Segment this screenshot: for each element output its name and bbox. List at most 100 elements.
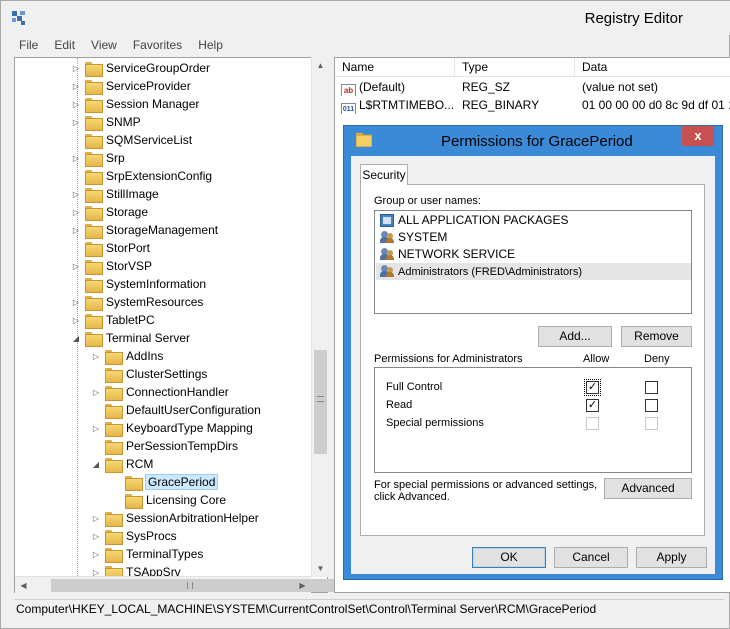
expand-arrow-icon[interactable]: ▷ <box>91 388 101 397</box>
scroll-thumb[interactable] <box>314 350 327 454</box>
expand-arrow-icon[interactable]: ▷ <box>71 208 81 217</box>
tree-item[interactable]: ▷ ConnectionHandler <box>91 383 229 401</box>
tree-vertical-scrollbar[interactable]: ▲ ▼ <box>311 57 328 577</box>
cancel-button[interactable]: Cancel <box>554 547 628 568</box>
list-item[interactable]: NETWORK SERVICE <box>376 246 691 263</box>
folder-icon <box>356 133 372 147</box>
tree-item-label: AddIns <box>126 349 164 363</box>
close-icon[interactable]: x <box>682 126 714 146</box>
tree-item[interactable]: ▷ SNMP <box>71 113 141 131</box>
folder-icon <box>105 439 123 455</box>
column-header-name[interactable]: Name <box>335 58 455 77</box>
tree-item[interactable]: GracePeriod <box>111 473 219 491</box>
ok-button[interactable]: OK <box>472 547 546 568</box>
tree-item[interactable]: ▷ ServiceGroupOrder <box>71 59 210 77</box>
column-header-data[interactable]: Data <box>575 58 730 77</box>
expand-arrow-icon[interactable]: ▷ <box>91 550 101 559</box>
deny-full-control-checkbox[interactable] <box>645 381 658 394</box>
deny-read-checkbox[interactable] <box>645 399 658 412</box>
scroll-left-arrow-icon[interactable]: ◀ <box>15 577 32 594</box>
tree-item[interactable]: ◢ Terminal Server <box>71 329 190 347</box>
registry-tree[interactable]: ▷ ServiceGroupOrder ▷ ServiceProvider ▷ Sessi… <box>14 57 328 593</box>
tree-item[interactable]: ▷ StillImage <box>71 185 159 203</box>
tree-item-label: GracePeriod <box>144 474 219 490</box>
menu-help[interactable]: Help <box>190 36 231 54</box>
dialog-title-bar[interactable]: Permissions for GracePeriod x <box>344 126 722 156</box>
expand-arrow-icon[interactable]: ▷ <box>71 298 81 307</box>
expand-arrow-icon[interactable]: ◢ <box>91 460 101 469</box>
menu-file[interactable]: File <box>11 36 46 54</box>
tree-item[interactable]: ▷ StorVSP <box>71 257 152 275</box>
menu-edit[interactable]: Edit <box>46 36 83 54</box>
allow-full-control-checkbox[interactable]: ✓ <box>584 379 601 396</box>
expand-arrow-icon[interactable]: ▷ <box>91 352 101 361</box>
tree-item[interactable]: ▷ TabletPC <box>71 311 155 329</box>
allow-read-checkbox[interactable]: ✓ <box>586 399 599 412</box>
scroll-right-arrow-icon[interactable]: ▶ <box>294 577 311 594</box>
folder-icon <box>85 133 103 149</box>
expand-arrow-icon[interactable]: ▷ <box>71 82 81 91</box>
column-header-type[interactable]: Type <box>455 58 575 77</box>
tree-item[interactable]: ▷ SysProcs <box>91 527 177 545</box>
menu-view[interactable]: View <box>83 36 125 54</box>
value-row[interactable]: ab (Default) REG_SZ (value not set) <box>335 78 730 96</box>
package-icon <box>380 214 394 227</box>
scroll-up-arrow-icon[interactable]: ▲ <box>312 57 329 74</box>
advanced-button[interactable]: Advanced <box>604 478 692 499</box>
tree-item-label: SystemInformation <box>106 277 207 291</box>
tree-item[interactable]: SystemInformation <box>71 275 206 293</box>
tab-security[interactable]: Security <box>360 164 408 185</box>
tree-item-label: Srp <box>106 151 125 165</box>
tree-item[interactable]: ▷ AddIns <box>91 347 163 365</box>
expand-arrow-icon[interactable]: ▷ <box>71 226 81 235</box>
list-item[interactable]: ALL APPLICATION PACKAGES <box>376 212 691 229</box>
tree-item[interactable]: ▷ SystemResources <box>71 293 203 311</box>
permission-row: Full Control ✓ <box>375 378 691 396</box>
tree-item[interactable]: ▷ Srp <box>71 149 125 167</box>
list-item-selected[interactable]: Administrators (FRED\Administrators) <box>376 263 691 280</box>
tree-item[interactable]: ▷ SessionArbitrationHelper <box>91 509 259 527</box>
tree-item[interactable]: ClusterSettings <box>91 365 207 383</box>
tree-item[interactable]: Licensing Core <box>111 491 226 509</box>
expand-arrow-icon[interactable]: ▷ <box>71 316 81 325</box>
add-button[interactable]: Add... <box>538 326 612 347</box>
expand-arrow-icon[interactable]: ▷ <box>71 118 81 127</box>
folder-icon <box>85 97 103 113</box>
tree-item[interactable]: ◢ RCM <box>91 455 153 473</box>
tree-item[interactable]: ▷ ServiceProvider <box>71 77 191 95</box>
expand-arrow-icon[interactable]: ▷ <box>91 532 101 541</box>
expand-arrow-icon[interactable]: ▷ <box>71 64 81 73</box>
tree-item[interactable]: ▷ Session Manager <box>71 95 199 113</box>
tree-item-label: StorPort <box>106 241 151 255</box>
tree-item[interactable]: SQMServiceList <box>71 131 192 149</box>
folder-icon <box>85 79 103 95</box>
value-row[interactable]: 011 L$RTMTIMEBO... REG_BINARY 01 00 00 00… <box>335 96 730 114</box>
expand-arrow-icon[interactable]: ▷ <box>71 154 81 163</box>
tree-item[interactable]: ▷ KeyboardType Mapping <box>91 419 253 437</box>
expand-arrow-icon[interactable]: ▷ <box>71 190 81 199</box>
dialog-body: Security Group or user names: ALL APPLIC… <box>351 156 715 574</box>
expand-arrow-icon[interactable]: ▷ <box>71 100 81 109</box>
advanced-hint-line2: click Advanced. <box>374 491 450 503</box>
tree-item[interactable]: StorPort <box>71 239 150 257</box>
tree-item[interactable]: ▷ TerminalTypes <box>91 545 203 563</box>
remove-button[interactable]: Remove <box>621 326 692 347</box>
list-item[interactable]: SYSTEM <box>376 229 691 246</box>
tree-item[interactable]: ▷ StorageManagement <box>71 221 218 239</box>
tree-item[interactable]: SrpExtensionConfig <box>71 167 212 185</box>
menu-favorites[interactable]: Favorites <box>125 36 190 54</box>
tree-item[interactable]: ▷ Storage <box>71 203 148 221</box>
group-names-list[interactable]: ALL APPLICATION PACKAGES SYSTEM NETWORK … <box>374 210 692 314</box>
expand-arrow-icon[interactable]: ▷ <box>71 262 81 271</box>
title-bar[interactable]: Registry Editor <box>1 1 730 35</box>
list-header: Name Type Data <box>335 58 730 77</box>
expand-arrow-icon[interactable]: ▷ <box>91 424 101 433</box>
scroll-thumb-horizontal[interactable] <box>51 579 335 592</box>
expand-arrow-icon[interactable]: ▷ <box>91 514 101 523</box>
tree-horizontal-scrollbar[interactable]: ◀ ▶ <box>15 576 335 594</box>
expand-arrow-icon[interactable]: ◢ <box>71 334 81 343</box>
tree-item[interactable]: PerSessionTempDirs <box>91 437 238 455</box>
tree-item[interactable]: DefaultUserConfiguration <box>91 401 261 419</box>
apply-button[interactable]: Apply <box>636 547 707 568</box>
scroll-down-arrow-icon[interactable]: ▼ <box>312 560 329 577</box>
